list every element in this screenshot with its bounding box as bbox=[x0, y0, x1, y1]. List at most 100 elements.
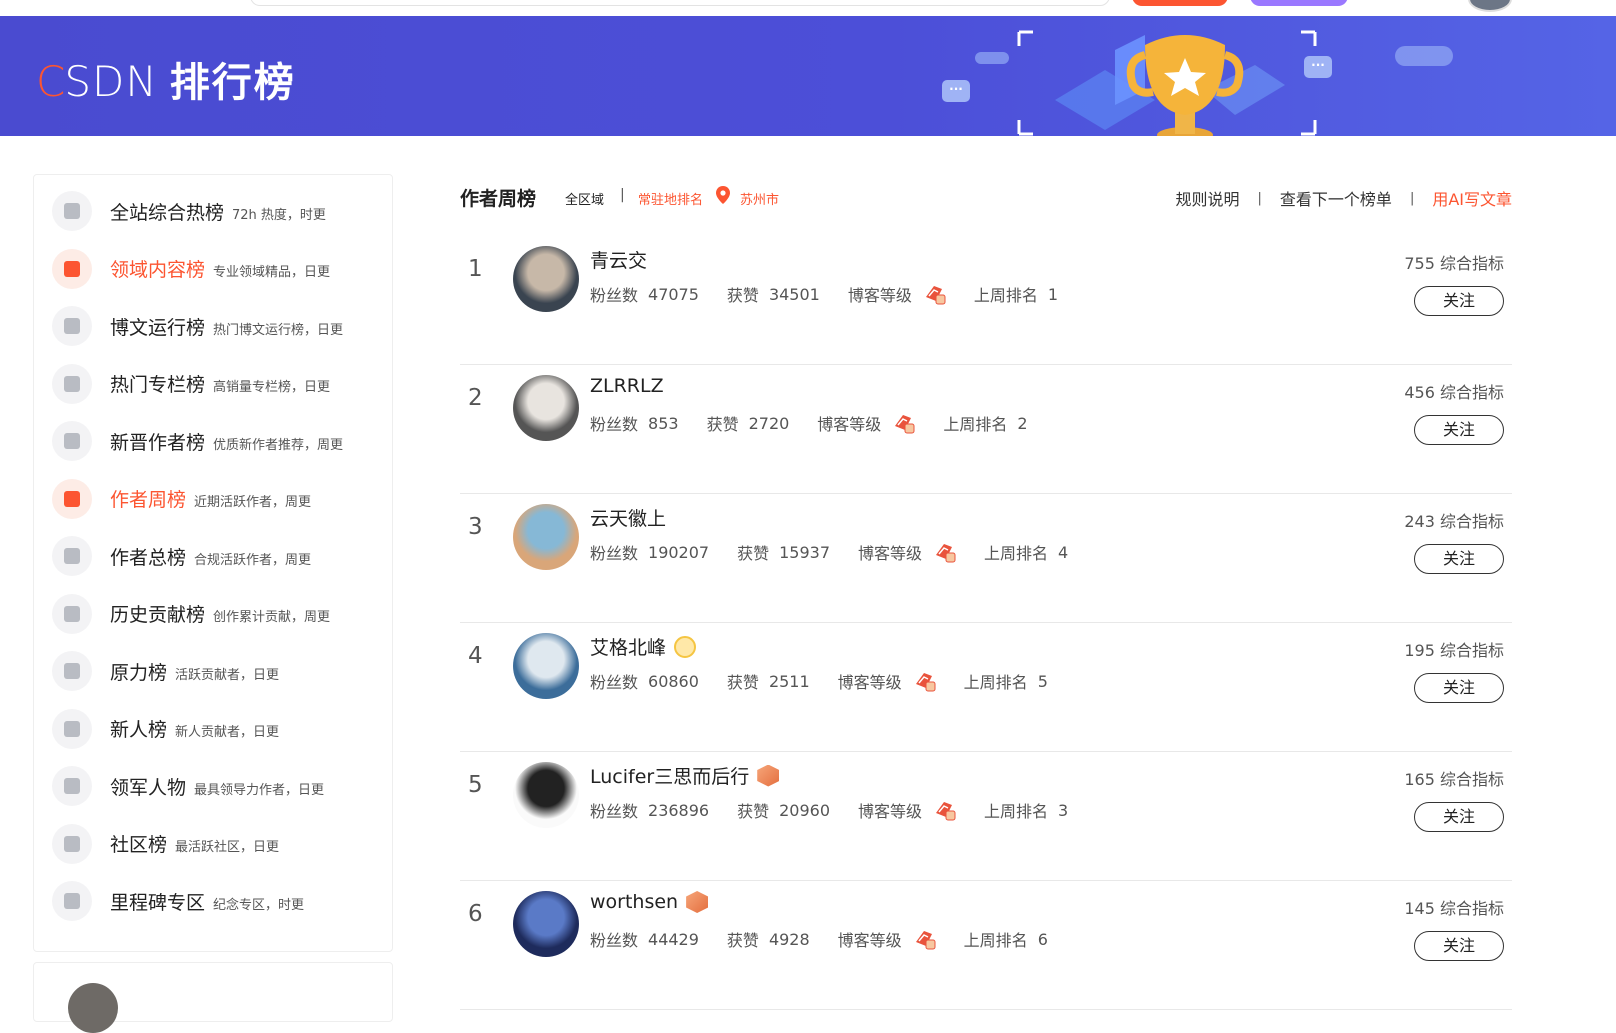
sidebar-item-title: 新人榜 bbox=[110, 719, 168, 741]
author-avatar[interactable] bbox=[513, 633, 579, 699]
rank-number: 2 bbox=[468, 385, 483, 411]
publish-button[interactable] bbox=[1132, 0, 1228, 6]
likes-count: 15937 bbox=[779, 542, 831, 562]
author-stats: 粉丝数 60860 获赞 2511 博客等级 上周排名 5 bbox=[590, 669, 1048, 693]
sidebar-item-title: 里程碑专区 bbox=[110, 891, 206, 914]
sidebar-item-title: 热门专栏榜 bbox=[110, 374, 206, 396]
sidebar-item-8[interactable]: 原力榜 活跃贡献者，日更 bbox=[52, 649, 382, 693]
rules-link[interactable]: 规则说明 bbox=[1176, 186, 1240, 210]
sidebar-item-title: 全站综合热榜 bbox=[110, 201, 225, 224]
rank-row: 3 云天徽上 粉丝数 190207 获赞 15937 博客等级 上周排名 4 2… bbox=[460, 494, 1512, 623]
region-filter-all[interactable]: 全区域 bbox=[565, 189, 604, 208]
next-list-link[interactable]: 查看下一个榜单 bbox=[1280, 186, 1392, 210]
author-name-wrap: 艾格北峰 bbox=[590, 633, 697, 660]
last-rank-value: 6 bbox=[1037, 929, 1048, 949]
code-icon-glyph bbox=[64, 260, 80, 277]
author-avatar[interactable] bbox=[513, 246, 579, 312]
milestone-icon bbox=[52, 881, 92, 921]
last-rank-value: 1 bbox=[1047, 284, 1059, 304]
score-text: 165 综合指标 bbox=[1404, 770, 1504, 789]
contribution-icon-glyph bbox=[64, 605, 80, 622]
follow-button[interactable]: 关注 bbox=[1414, 802, 1504, 832]
sidebar-item-title: 作者总榜 bbox=[110, 546, 187, 569]
vip-button[interactable] bbox=[1250, 0, 1348, 6]
sidebar-item-3[interactable]: 热门专栏榜 高销量专栏榜，日更 bbox=[52, 362, 382, 406]
author-stats: 粉丝数 236896 获赞 20960 博客等级 上周排名 3 bbox=[590, 798, 1068, 822]
last-rank-value: 3 bbox=[1058, 800, 1069, 820]
sidebar-item-subtitle: 最活跃社区，日更 bbox=[175, 840, 280, 855]
author-name[interactable]: 青云交 bbox=[590, 246, 647, 273]
calendar-icon bbox=[52, 478, 92, 519]
ai-write-link[interactable]: 用AI写文章 bbox=[1432, 186, 1512, 210]
author-avatar[interactable] bbox=[513, 504, 579, 570]
blog-level-icon bbox=[915, 931, 936, 950]
level-label: 博客等级 bbox=[837, 931, 902, 950]
city-selector[interactable]: 苏州市 bbox=[740, 189, 779, 208]
community-icon bbox=[52, 823, 92, 864]
follow-button[interactable]: 关注 bbox=[1414, 673, 1504, 703]
sidebar-item-9[interactable]: 新人榜 新人贡献者，日更 bbox=[52, 707, 382, 751]
author-name[interactable]: Lucifer三思而后行 bbox=[590, 762, 749, 789]
sidebar-item-5[interactable]: 作者周榜 近期活跃作者，周更 bbox=[52, 477, 382, 521]
follow-button[interactable]: 关注 bbox=[1414, 286, 1504, 316]
sidebar-item-2[interactable]: 博文运行榜 热门博文运行榜，日更 bbox=[52, 304, 382, 348]
sidebar-item-0[interactable]: 全站综合热榜 72h 热度，时更 bbox=[52, 189, 382, 233]
author-avatar[interactable] bbox=[513, 375, 579, 441]
sidebar-item-title: 领军人物 bbox=[110, 776, 187, 799]
search-input[interactable] bbox=[250, 0, 1110, 6]
author-avatar[interactable] bbox=[513, 891, 579, 957]
sidebar-item-12[interactable]: 里程碑专区 纪念专区，时更 bbox=[52, 879, 382, 923]
play-icon-glyph bbox=[64, 318, 80, 334]
sidebar-item-6[interactable]: 作者总榜 合规活跃作者，周更 bbox=[52, 534, 382, 578]
blog-level-icon bbox=[895, 415, 915, 434]
follow-button[interactable]: 关注 bbox=[1414, 544, 1504, 574]
author-name[interactable]: 艾格北峰 bbox=[590, 633, 666, 660]
region-filter-local[interactable]: 常驻地排名 bbox=[638, 189, 703, 208]
fans-label: 粉丝数 bbox=[590, 931, 639, 950]
book-icon bbox=[52, 363, 92, 404]
sidebar-item-subtitle: 最具领导力作者，日更 bbox=[194, 782, 325, 798]
likes-count: 4928 bbox=[768, 929, 810, 949]
author-avatar[interactable] bbox=[68, 983, 118, 1033]
sidebar-item-11[interactable]: 社区榜 最活跃社区，日更 bbox=[52, 822, 382, 866]
follow-button[interactable]: 关注 bbox=[1414, 931, 1504, 961]
csdn-logo[interactable]: C SDN 排行榜 bbox=[36, 50, 296, 108]
sidebar-item-subtitle: 创作累计贡献，周更 bbox=[213, 610, 331, 625]
expert-badge-icon bbox=[686, 891, 709, 913]
rocket-icon bbox=[52, 191, 92, 231]
follow-button[interactable]: 关注 bbox=[1414, 415, 1504, 445]
score-text: 145 综合指标 bbox=[1404, 899, 1504, 918]
author-name-wrap: worthsen bbox=[590, 891, 709, 913]
sidebar-item-4[interactable]: 新晋作者榜 优质新作者推荐，周更 bbox=[52, 419, 382, 463]
user-avatar[interactable] bbox=[1468, 0, 1512, 12]
sidebar-item-subtitle: 合规活跃作者，周更 bbox=[194, 552, 312, 568]
user-icon-glyph bbox=[64, 433, 80, 449]
sidebar-item-1[interactable]: 领域内容榜 专业领域精品，日更 bbox=[52, 247, 382, 291]
sidebar-item-subtitle: 高销量专栏榜，日更 bbox=[213, 380, 331, 395]
cloud-icon bbox=[975, 52, 1009, 64]
likes-label: 获赞 bbox=[737, 544, 770, 563]
trophy-illustration-icon bbox=[1017, 30, 1317, 136]
sidebar-item-title: 作者周榜 bbox=[110, 489, 187, 511]
community-icon-glyph bbox=[64, 835, 80, 852]
code-icon bbox=[52, 248, 92, 289]
author-name[interactable]: 云天徽上 bbox=[590, 504, 666, 531]
rank-number: 5 bbox=[468, 772, 483, 798]
author-name[interactable]: ZLRRLZ bbox=[590, 375, 664, 397]
newcomer-icon-glyph bbox=[64, 720, 80, 737]
sidebar-author-card bbox=[33, 962, 393, 1033]
sidebar-item-10[interactable]: 领军人物 最具领导力作者，日更 bbox=[52, 764, 382, 808]
last-rank-label: 上周排名 bbox=[984, 802, 1049, 821]
sidebar-item-7[interactable]: 历史贡献榜 创作累计贡献，周更 bbox=[52, 592, 382, 636]
likes-label: 获赞 bbox=[737, 802, 770, 821]
blog-level-icon bbox=[936, 544, 956, 563]
author-avatar[interactable] bbox=[513, 762, 579, 828]
last-rank-value: 4 bbox=[1058, 542, 1069, 562]
rank-row: 4 艾格北峰 粉丝数 60860 获赞 2511 博客等级 上周排名 5 195… bbox=[460, 623, 1512, 752]
logo-rank-text: 排行榜 bbox=[169, 60, 296, 106]
fans-count: 853 bbox=[648, 413, 679, 433]
level-label: 博客等级 bbox=[837, 673, 902, 692]
score-text: 456 综合指标 bbox=[1404, 383, 1504, 402]
logo-sdn: SDN bbox=[64, 57, 158, 106]
author-name[interactable]: worthsen bbox=[590, 891, 678, 913]
